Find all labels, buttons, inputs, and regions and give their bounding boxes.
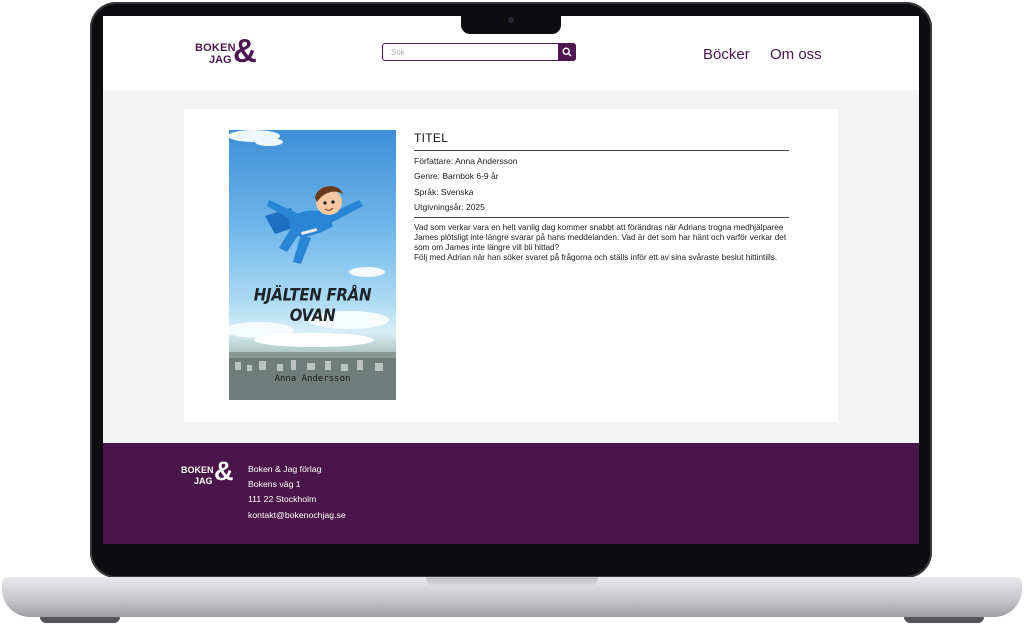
- meta-genre: Genre: Barnbok 6-9 år: [414, 171, 499, 182]
- footer-company: Boken & Jag förlag: [248, 464, 322, 474]
- site-logo[interactable]: BOKEN JAG &: [193, 34, 263, 72]
- book-meta: Författare: Anna Andersson Genre: Barnbo…: [414, 151, 789, 218]
- meta-language: Språk: Svenska: [414, 186, 474, 197]
- meta-author: Författare: Anna Andersson: [414, 156, 518, 166]
- book-detail-card: HJÄLTEN FRÅN OVAN Anna Andersson TITEL F…: [184, 109, 838, 422]
- search-box: [382, 42, 576, 61]
- logo-ampersand: &: [233, 32, 257, 69]
- browser-viewport: BOKEN JAG & Böcker Om oss: [103, 16, 919, 544]
- footer-postal: 111 22 Stockholm: [248, 494, 317, 505]
- book-details: TITEL Författare: Anna Andersson Genre: …: [414, 131, 789, 263]
- laptop-foot-right: [904, 617, 984, 623]
- footer-logo-ampersand: &: [214, 456, 234, 486]
- nav-link-about[interactable]: Om oss: [770, 46, 822, 63]
- footer-logo-word-boken: BOKEN: [181, 465, 214, 475]
- footer-email[interactable]: kontakt@bokenochjag.se: [248, 508, 346, 523]
- camera-icon: [508, 17, 514, 23]
- lid-opening-notch: [426, 577, 598, 587]
- site-footer: BOKEN JAG & Boken & Jag förlag Bokens vä…: [103, 443, 919, 544]
- footer-address: Boken & Jag förlag Bokens väg 1 111 22 S…: [248, 462, 346, 523]
- logo-word-jag: JAG: [209, 54, 232, 66]
- footer-street: Bokens väg 1: [248, 479, 301, 490]
- footer-logo-word-jag: JAG: [194, 476, 213, 486]
- meta-year: Utgivningsår: 2025: [414, 202, 485, 213]
- book-description: Vad som verkar vara en helt vanlig dag k…: [414, 222, 787, 263]
- nav-link-books[interactable]: Böcker: [703, 46, 750, 63]
- book-cover-image: HJÄLTEN FRÅN OVAN Anna Andersson: [229, 130, 396, 400]
- search-button[interactable]: [558, 42, 576, 61]
- book-title: TITEL: [414, 131, 789, 151]
- footer-logo[interactable]: BOKEN JAG &: [181, 458, 241, 496]
- search-input[interactable]: [391, 45, 551, 59]
- search-icon: [562, 46, 572, 57]
- logo-word-boken: BOKEN: [195, 42, 236, 54]
- camera-notch: [461, 13, 561, 34]
- cover-illustration: [229, 130, 396, 400]
- laptop-base: [2, 577, 1022, 617]
- cover-title: HJÄLTEN FRÅN OVAN: [253, 284, 372, 326]
- cover-author: Anna Andersson: [274, 374, 351, 384]
- laptop-foot-left: [40, 617, 120, 623]
